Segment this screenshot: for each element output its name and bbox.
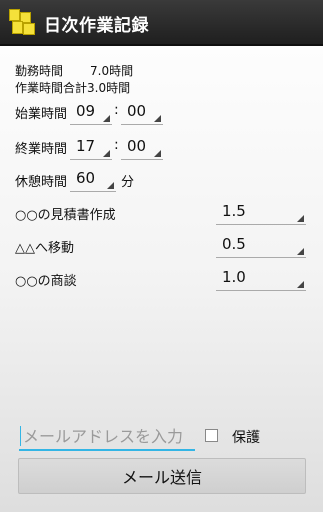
protect-label[interactable]: 保護 (232, 427, 260, 447)
end-time-label: 終業時間 (15, 142, 68, 157)
task-hours-value: 1.5 (222, 202, 246, 220)
send-mail-button[interactable]: メール送信 (18, 458, 306, 494)
dropdown-arrow-icon (297, 215, 304, 222)
task-hours-value: 0.5 (222, 235, 246, 253)
break-time-label: 休憩時間 (15, 175, 68, 190)
start-time-label: 始業時間 (15, 107, 68, 122)
start-hour-spinner[interactable]: 09 (70, 99, 112, 125)
start-time-colon: : (114, 102, 119, 118)
end-minute-spinner[interactable]: 00 (121, 134, 163, 160)
task-hours-spinner[interactable]: 0.5 (216, 232, 306, 258)
dropdown-arrow-icon (103, 115, 110, 122)
dropdown-arrow-icon (297, 281, 304, 288)
dropdown-arrow-icon (103, 150, 110, 157)
task-hours-spinner[interactable]: 1.0 (216, 265, 306, 291)
task-name: △△へ移動 (15, 241, 74, 256)
text-cursor (20, 426, 21, 446)
work-time-label: 勤務時間 (15, 64, 64, 78)
sticky-notes-icon (9, 9, 35, 35)
protect-checkbox[interactable] (205, 429, 218, 442)
dropdown-arrow-icon (154, 150, 161, 157)
end-time-colon: : (114, 137, 119, 153)
email-input[interactable] (19, 423, 195, 451)
break-time-unit: 分 (121, 175, 135, 190)
end-minute-value: 00 (127, 137, 147, 155)
dropdown-arrow-icon (107, 182, 114, 189)
task-total-text: 作業時間合計3.0時間 (15, 81, 131, 95)
task-hours-value: 1.0 (222, 268, 246, 286)
dropdown-arrow-icon (297, 248, 304, 255)
end-hour-spinner[interactable]: 17 (70, 134, 112, 160)
end-hour-value: 17 (76, 137, 96, 155)
start-hour-value: 09 (76, 102, 96, 120)
action-bar: 日次作業記録 (0, 0, 323, 46)
task-hours-spinner[interactable]: 1.5 (216, 199, 306, 225)
task-name: ○○の商談 (15, 274, 77, 289)
start-minute-spinner[interactable]: 00 (121, 99, 163, 125)
work-time-value: 7.0時間 (90, 64, 134, 78)
break-time-value: 60 (76, 169, 96, 187)
start-minute-value: 00 (127, 102, 147, 120)
dropdown-arrow-icon (154, 115, 161, 122)
app-title: 日次作業記録 (44, 16, 149, 36)
task-name: ○○の見積書作成 (15, 208, 116, 223)
break-time-spinner[interactable]: 60 (70, 166, 116, 192)
